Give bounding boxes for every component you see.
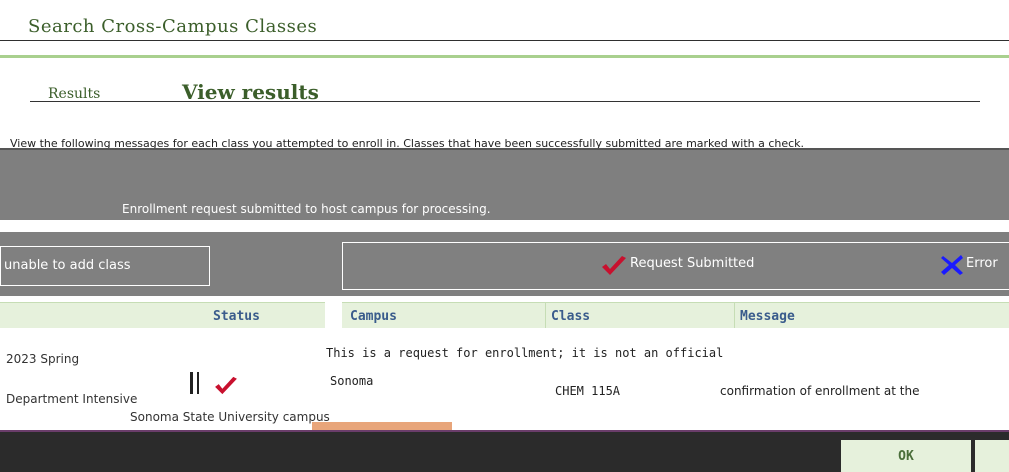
check-icon — [600, 255, 628, 281]
header-accent-bar — [0, 55, 1009, 58]
section-prefix: Results — [48, 86, 101, 102]
table-header-left — [0, 302, 325, 328]
row-term-label: 2023 Spring — [6, 352, 80, 366]
row-marker — [197, 372, 199, 394]
status-check-icon — [213, 376, 239, 400]
row-marker — [190, 372, 193, 394]
column-header-class[interactable]: Class — [551, 309, 590, 324]
table-header-right — [342, 302, 1009, 328]
row-message: This is a request for enrollment; it is … — [326, 346, 724, 360]
row-campus: Sonoma — [330, 374, 374, 388]
column-divider — [545, 302, 546, 328]
column-header-campus[interactable]: Campus — [350, 309, 397, 324]
row-message-cont: confirmation of enrollment at the — [720, 384, 920, 398]
page-title: Search Cross-Campus Classes — [28, 16, 318, 37]
header-divider — [0, 40, 1009, 41]
column-header-message[interactable]: Message — [740, 309, 795, 324]
row-department: Department Intensive — [6, 392, 138, 406]
legend-unable-label: unable to add class — [4, 258, 131, 273]
column-divider — [734, 302, 735, 328]
table-header-gap — [328, 300, 340, 330]
error-x-icon — [940, 254, 964, 280]
row-university: Sonoma State University campus — [130, 410, 330, 424]
legend-error-label: Error — [966, 256, 998, 271]
ok-button[interactable]: OK — [841, 440, 971, 472]
info-band-text: Enrollment request submitted to host cam… — [122, 202, 491, 216]
row-class[interactable]: CHEM 115A — [555, 384, 620, 398]
section-divider — [30, 101, 980, 102]
legend-submitted-label: Request Submitted — [630, 256, 755, 271]
row-highlight — [312, 422, 452, 430]
column-header-status[interactable]: Status — [213, 309, 260, 324]
footer-button-edge — [975, 440, 1009, 472]
